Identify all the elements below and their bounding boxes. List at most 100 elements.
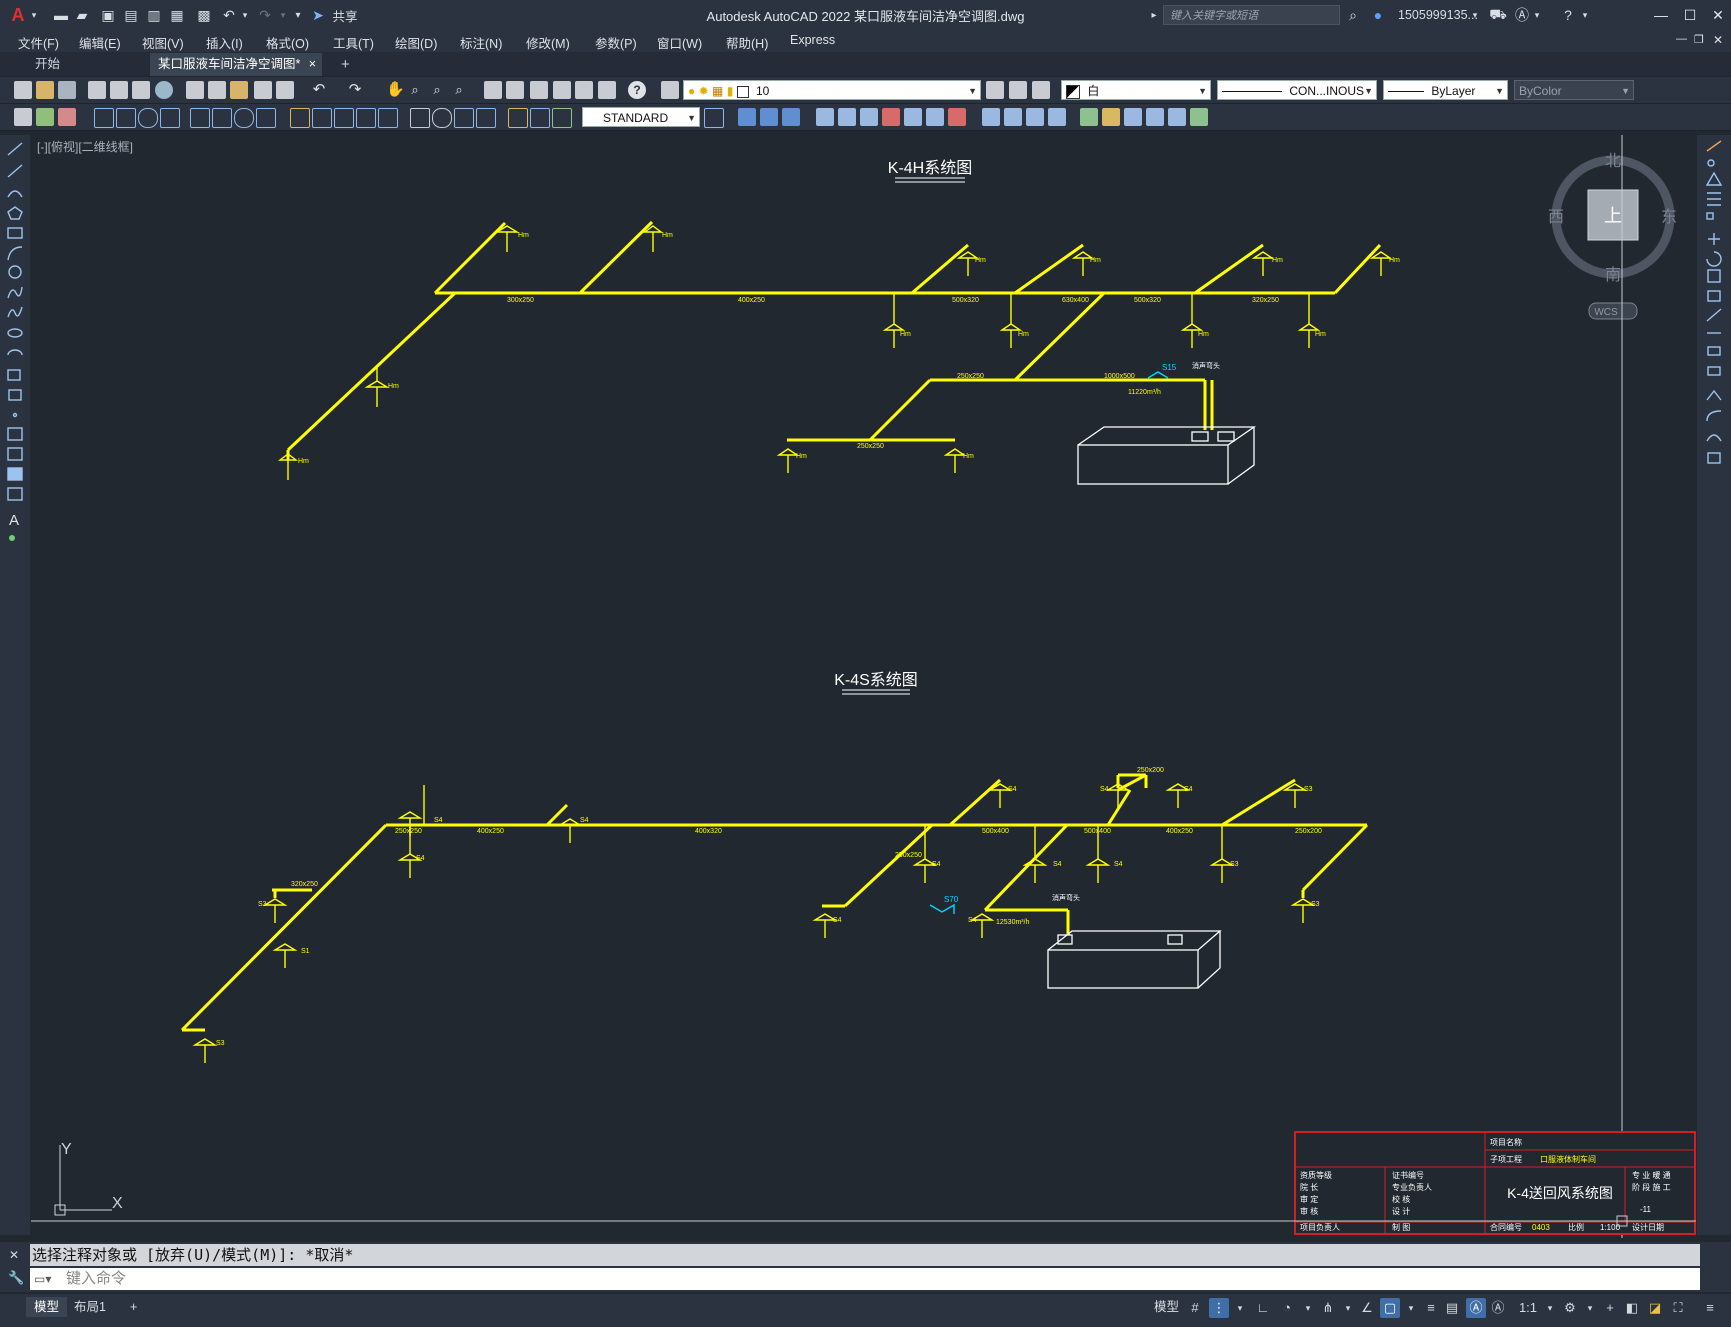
3d-union-icon[interactable] [782,108,800,126]
linetype-dropdown[interactable]: CON...INOUS ▼ [1217,80,1377,100]
search-icon[interactable]: ⌕ [1344,5,1362,25]
menu-insert[interactable]: 插入(I) [206,33,243,52]
layer-states-icon[interactable] [1032,81,1050,99]
customize-status-icon[interactable]: ≡ [1700,1298,1720,1318]
minimize-window-button[interactable]: — [1646,4,1676,26]
app-chevron-icon[interactable]: ▾ [1532,5,1542,25]
save-as-icon[interactable]: ▤ [122,5,140,25]
3d-flatshot-icon[interactable] [1190,108,1208,126]
save-web-icon[interactable]: ▦ [168,5,186,25]
annotation-scale[interactable]: 1:1 [1515,1298,1541,1318]
workspace-gear-icon[interactable]: ⚙ [1560,1298,1580,1318]
copy-icon[interactable] [208,81,226,99]
menu-dimension[interactable]: 标注(N) [460,33,502,52]
dim-space-icon[interactable] [356,108,376,128]
qnew-icon[interactable] [14,81,32,99]
command-input[interactable]: ▭▾ 键入命令 [30,1268,1700,1290]
properties-icon[interactable] [484,81,502,99]
dim-baseline-icon[interactable] [312,108,332,128]
annotation-monitor-icon[interactable]: + [1600,1298,1620,1318]
dim-text-edit-icon[interactable] [530,108,550,128]
open-icon[interactable]: ▰ [73,5,91,25]
layer-dropdown[interactable]: ● ✹ ▦ ▮ 10 ▼ [683,80,981,100]
redo-icon[interactable]: ↷ [256,5,274,25]
polar-icon[interactable]: ◔ [1277,1298,1297,1318]
cut-icon[interactable] [186,81,204,99]
3d-revolve-icon[interactable] [1004,108,1022,126]
dim-arc-icon[interactable] [138,108,158,128]
drawing-canvas[interactable]: 上 北 南 东 西 WCS K-4H系统图 Hm Hm Hm Hm Hm Hm … [31,135,1696,1238]
doc-restore-icon[interactable]: ❐ [1694,33,1704,46]
polar-chevron-icon[interactable]: ▾ [1298,1298,1318,1318]
annotation-visibility-icon[interactable]: Ⓐ [1466,1298,1486,1318]
menu-parametric[interactable]: 参数(P) [595,33,637,52]
3d-presspull-icon[interactable] [1080,108,1098,126]
plot-icon[interactable]: ▩ [195,5,213,25]
layer-iso-icon[interactable] [36,108,54,126]
3d-sweep-icon[interactable] [1026,108,1044,126]
menu-tools[interactable]: 工具(T) [333,33,374,52]
close-command-icon[interactable]: ✕ [9,1248,19,1262]
save-icon[interactable]: ▣ [99,5,117,25]
share-button[interactable]: 共享 [328,5,362,25]
viewport-controls-label[interactable]: [-][俯视][二维线框] [37,138,133,155]
customize-qat-icon[interactable]: ▾ [292,5,304,25]
hardware-accel-icon[interactable]: ◪ [1645,1298,1665,1318]
undo-chevron-icon[interactable]: ▾ [240,5,250,25]
redo-tb-icon[interactable]: ↷ [346,81,364,99]
jogged-linear-icon[interactable] [476,108,496,128]
model-space-button[interactable]: 模型 [1146,1297,1187,1317]
3d-slice-icon[interactable] [948,108,966,126]
dim-diameter-icon[interactable] [234,108,254,128]
dim-aligned-icon[interactable] [116,108,136,128]
snap-chevron-icon[interactable]: ▾ [1230,1298,1250,1318]
3d-thicken-icon[interactable] [1168,108,1186,126]
3d-extrude-icon[interactable] [982,108,1000,126]
autocad-logo-icon[interactable]: A [6,5,30,25]
lineweight-icon[interactable]: ≡ [1421,1298,1441,1318]
dim-update-icon[interactable] [552,108,572,128]
dim-style-icon[interactable] [704,108,724,128]
layer-previous-icon[interactable] [1009,81,1027,99]
sheet-set-icon[interactable] [553,81,571,99]
layer-properties-icon[interactable] [661,81,679,99]
markup-icon[interactable] [575,81,593,99]
plot-print-icon[interactable] [88,81,106,99]
otrack-icon[interactable]: ∠ [1357,1298,1377,1318]
dim-angular-icon[interactable] [256,108,276,128]
tab-layout1[interactable]: 布局1 [66,1297,114,1317]
publish-icon[interactable] [132,81,150,99]
grid-icon[interactable]: # [1185,1298,1205,1318]
scale-chevron-icon[interactable]: ▾ [1540,1298,1560,1318]
undo-icon[interactable]: ↶ [220,5,238,25]
save-file-icon[interactable] [58,81,76,99]
snap-icon[interactable]: ⋮ [1209,1298,1229,1318]
tab-model[interactable]: 模型 [26,1297,68,1317]
menu-view[interactable]: 视图(V) [142,33,184,52]
open-web-icon[interactable]: ▥ [145,5,163,25]
menu-draw[interactable]: 绘图(D) [395,33,437,52]
plot-preview-icon[interactable] [110,81,128,99]
workspace-chevron-icon[interactable]: ▾ [1580,1298,1600,1318]
undo-tb-icon[interactable]: ↶ [310,81,328,99]
pan-icon[interactable]: ✋ [386,81,405,99]
3d-box-icon[interactable] [738,108,756,126]
transparency-icon[interactable]: ▤ [1442,1298,1462,1318]
dim-jogged-icon[interactable] [212,108,232,128]
isolate-objects-icon[interactable]: ◧ [1622,1298,1642,1318]
3d-chamfer-icon[interactable] [1124,108,1142,126]
help-chevron-icon[interactable]: ▾ [1580,5,1590,25]
tolerance-icon[interactable] [410,108,430,128]
3d-move-icon[interactable] [816,108,834,126]
drawing-viewport[interactable]: 上 北 南 东 西 WCS K-4H系统图 Hm Hm Hm Hm Hm Hm … [31,135,1696,1238]
zoom-previous-icon[interactable]: ⌕ [450,81,468,99]
search-arrow-icon[interactable]: ▸ [1148,5,1160,25]
autodesk-app-icon[interactable]: Ⓐ [1513,5,1531,25]
auto-scale-icon[interactable]: Ⓐ [1488,1298,1508,1318]
center-mark-icon[interactable] [432,108,452,128]
close-tab-icon[interactable]: × [309,53,316,76]
dim-ordinate-icon[interactable] [160,108,180,128]
tool-palettes-icon[interactable] [530,81,548,99]
3d-rotate-icon[interactable] [838,108,856,126]
dimstyle-dropdown[interactable]: STANDARD ▼ [582,107,700,127]
